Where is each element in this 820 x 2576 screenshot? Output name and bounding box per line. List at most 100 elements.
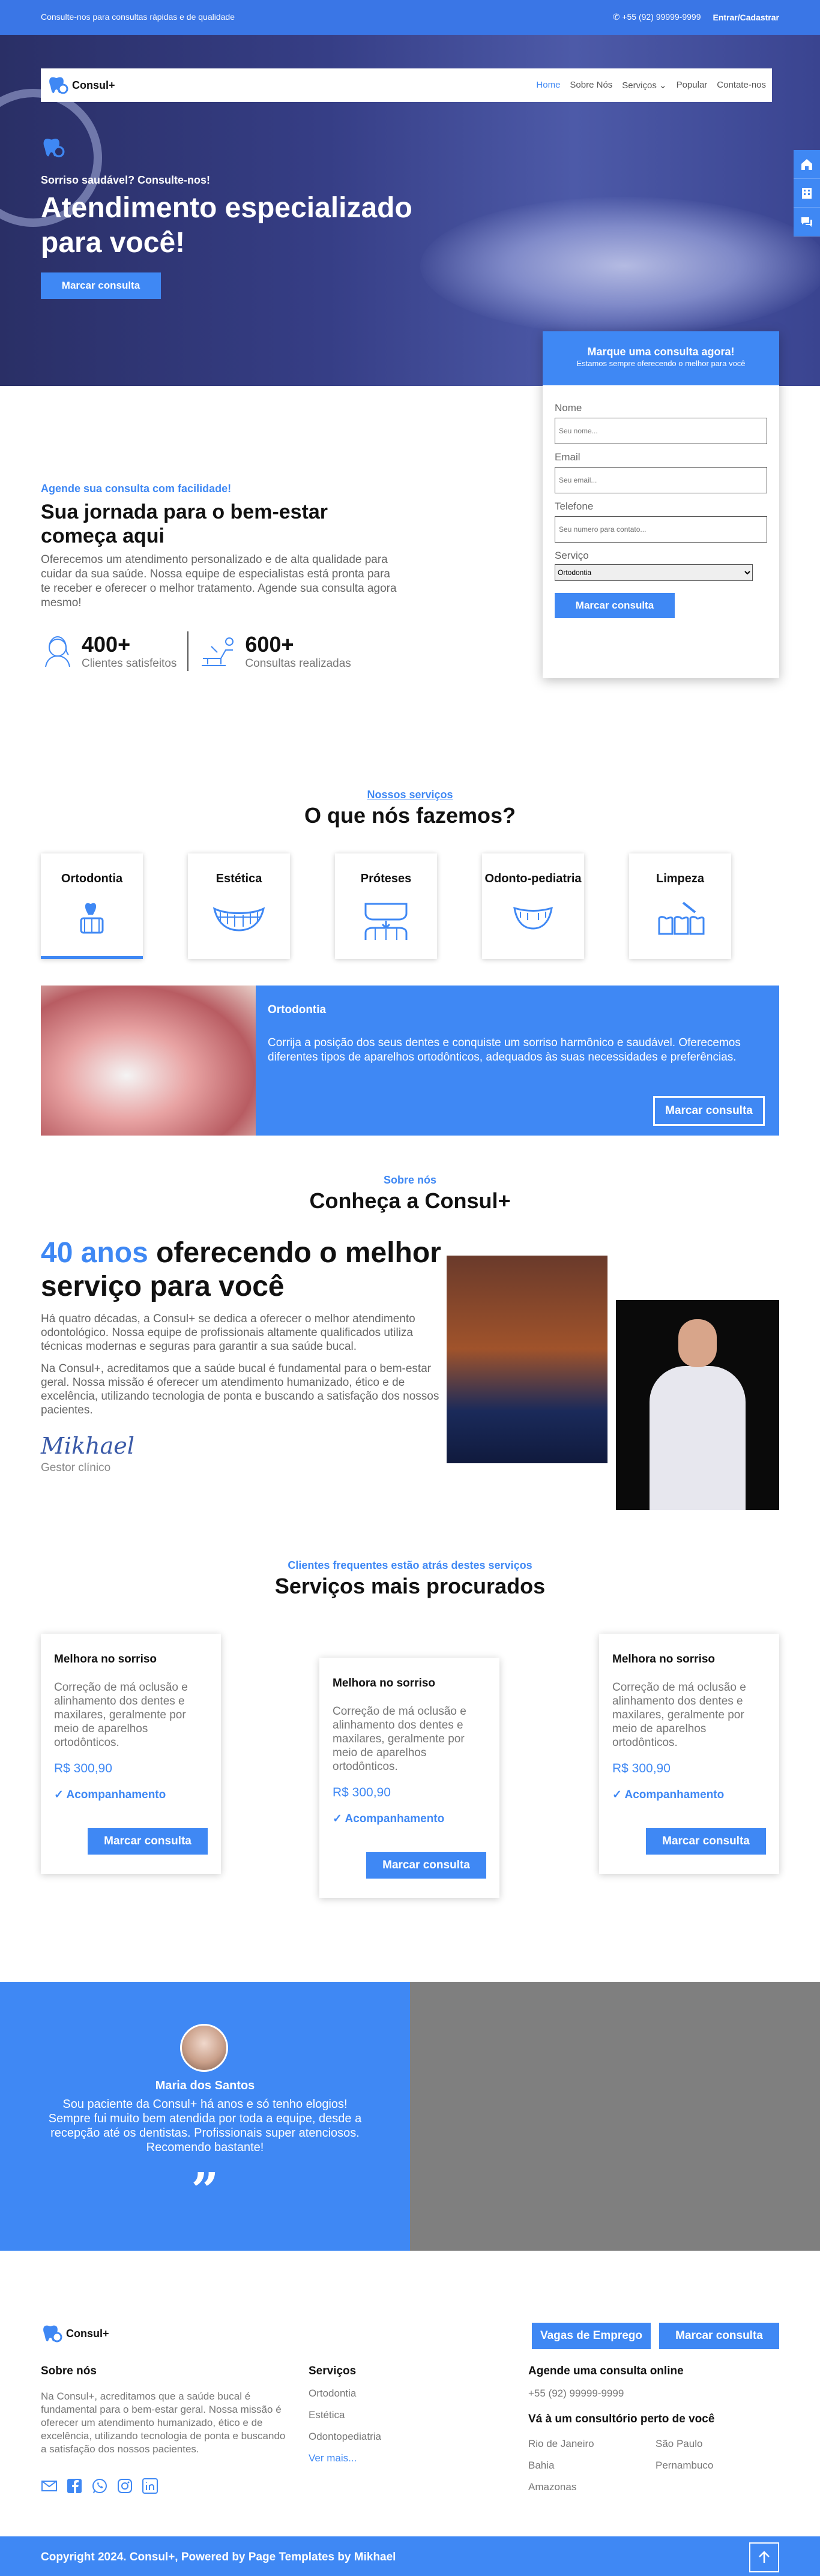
footer-book-button[interactable]: Marcar consulta: [659, 2323, 779, 2349]
hero-background-image: [420, 197, 820, 335]
card-title: Melhora no sorriso: [612, 1653, 716, 1666]
about-paragraph-1: Há quatro décadas, a Consul+ se dedica a…: [41, 1313, 415, 1353]
about-headline: 40 anos oferecendo o melhor serviço para…: [41, 1236, 455, 1304]
form-subtitle: Estamos sempre oferecendo o melhor para …: [576, 359, 746, 368]
footer-logo[interactable]: Consul+: [41, 2324, 109, 2343]
nav-services[interactable]: Serviços ⌄: [622, 80, 666, 91]
footer-service-link[interactable]: Ortodontia: [309, 2388, 381, 2400]
services-title: O que nós fazemos?: [304, 803, 516, 828]
testimonial-side-panel: [410, 1982, 820, 2251]
phone-input[interactable]: [555, 516, 767, 543]
login-link[interactable]: Entrar/Cadastrar: [713, 13, 780, 22]
kids-mouth-icon: [482, 900, 584, 940]
tab-estetica[interactable]: Estética: [188, 853, 290, 959]
card-feature-label: Acompanhamento: [624, 1789, 725, 1801]
city-link[interactable]: Rio de Janeiro: [528, 2438, 656, 2450]
top-bar-phone-number: +55 (92) 99999-9999: [622, 12, 701, 22]
implant-icon: [335, 900, 437, 951]
card-feature-label: Acompanhamento: [66, 1789, 166, 1801]
whatsapp-icon[interactable]: [91, 2478, 108, 2494]
tooth-logo-icon: [43, 2325, 62, 2343]
about-content: 40 anos oferecendo o melhor serviço para…: [41, 1236, 455, 1475]
chat-icon[interactable]: [794, 208, 820, 236]
services-kicker[interactable]: Nossos serviços: [0, 789, 820, 801]
card-feature: ✓ Acompanhamento: [54, 1788, 208, 1802]
footer-service-link[interactable]: Odontopediatria: [309, 2431, 381, 2443]
nav-home[interactable]: Home: [536, 80, 560, 91]
service-label: Serviço: [555, 550, 589, 561]
nav-about[interactable]: Sobre Nós: [570, 80, 612, 91]
card-button[interactable]: Marcar consulta: [366, 1852, 486, 1879]
tab-label: Odonto-pediatria: [484, 872, 582, 885]
avatar: [180, 2024, 228, 2072]
footer-phone[interactable]: +55 (92) 99999-9999: [528, 2388, 783, 2400]
form-header: Marque uma consulta agora! Estamos sempr…: [543, 331, 779, 385]
card-button[interactable]: Marcar consulta: [88, 1828, 208, 1855]
footer-near-title: Vá à um consultório perto de você: [528, 2413, 715, 2425]
nav-contact[interactable]: Contate-nos: [717, 80, 766, 91]
nav-popular[interactable]: Popular: [677, 80, 708, 91]
city-link[interactable]: São Paulo: [656, 2438, 783, 2450]
hero-cta-button[interactable]: Marcar consulta: [41, 272, 161, 299]
intro-kicker: Agende sua consulta com facilidade!: [41, 483, 232, 495]
appointment-form: Marque uma consulta agora! Estamos sempr…: [543, 331, 779, 678]
service-card: Melhora no sorriso Correção de má oclusã…: [319, 1658, 499, 1898]
tab-proteses[interactable]: Próteses: [335, 853, 437, 959]
card-button[interactable]: Marcar consulta: [646, 1828, 766, 1855]
top-bar: Consulte-nos para consultas rápidas e de…: [0, 0, 820, 35]
form-submit-button[interactable]: Marcar consulta: [555, 593, 675, 618]
city-link[interactable]: Amazonas: [528, 2481, 656, 2493]
top-bar-phone[interactable]: ✆ +55 (92) 99999-9999: [613, 12, 701, 22]
intro-title: Sua jornada para o bem-estar começa aqui: [41, 501, 328, 547]
navbar: Consul+ Home Sobre Nós Serviços ⌄ Popula…: [41, 68, 772, 102]
facebook-icon[interactable]: [66, 2478, 83, 2494]
footer-brand: Consul+: [66, 2327, 109, 2340]
service-card: Melhora no sorriso Correção de má oclusã…: [599, 1634, 779, 1874]
name-input[interactable]: [555, 418, 767, 444]
service-detail-button[interactable]: Marcar consulta: [653, 1096, 765, 1126]
footer-more-link[interactable]: Ver mais...: [309, 2452, 381, 2464]
home-icon[interactable]: [794, 150, 820, 179]
footer-service-link[interactable]: Estética: [309, 2409, 381, 2421]
hero-tooth-icon: [41, 137, 65, 164]
popular-kicker: Clientes frequentes estão atrás destes s…: [288, 1559, 532, 1571]
footer-about: Sobre nós Na Consul+, acreditamos que a …: [41, 2365, 293, 2456]
brand-logo[interactable]: Consul+: [47, 76, 115, 95]
braces-icon: [41, 900, 143, 947]
chevron-down-icon: ⌄: [659, 80, 667, 91]
testimonial-text: Sou paciente da Consul+ há anos e só ten…: [48, 2098, 362, 2154]
smile-teeth-icon: [188, 900, 290, 942]
dentist-woman-photo: [447, 1256, 607, 1463]
card-text: Correção de má oclusão e alinhamento dos…: [612, 1681, 746, 1749]
city-link[interactable]: Bahia: [528, 2460, 656, 2472]
building-icon[interactable]: [794, 179, 820, 208]
clean-teeth-icon: [629, 900, 731, 945]
service-select[interactable]: Ortodontia: [555, 564, 753, 581]
form-title: Marque uma consulta agora!: [587, 346, 735, 358]
card-title: Melhora no sorriso: [333, 1677, 436, 1690]
tab-odontopediatria[interactable]: Odonto-pediatria: [482, 853, 584, 959]
copyright-bar: Copyright 2024. Consul+, Powered by Page…: [0, 2536, 820, 2576]
tab-limpeza[interactable]: Limpeza: [629, 853, 731, 959]
footer-services: Serviços Ortodontia Estética Odontopedia…: [309, 2365, 381, 2464]
arrow-up-icon[interactable]: [749, 2542, 779, 2572]
email-input[interactable]: [555, 467, 767, 493]
tab-ortodontia[interactable]: Ortodontia: [41, 853, 143, 959]
linkedin-icon[interactable]: [142, 2478, 158, 2494]
city-link[interactable]: Pernambuco: [656, 2460, 783, 2472]
mail-icon[interactable]: [41, 2478, 58, 2494]
service-detail: Ortodontia Corrija a posição dos seus de…: [41, 986, 779, 1136]
popular-title: Serviços mais procurados: [274, 1574, 546, 1598]
check-icon: ✓: [333, 1813, 342, 1825]
card-text: Correção de má oclusão e alinhamento dos…: [54, 1681, 188, 1749]
tab-label: Estética: [216, 872, 262, 885]
jobs-button[interactable]: Vagas de Emprego: [532, 2323, 651, 2349]
copyright-text: Copyright 2024. Consul+, Powered by Page…: [41, 2551, 396, 2563]
card-feature: ✓ Acompanhamento: [612, 1788, 766, 1802]
service-detail-image: [41, 986, 256, 1136]
about-headline-accent: 40 anos: [41, 1237, 148, 1269]
instagram-icon[interactable]: [116, 2478, 133, 2494]
card-price: R$ 300,90: [612, 1762, 671, 1775]
about-title: Conheça a Consul+: [309, 1188, 511, 1213]
nav-services-label: Serviços: [622, 80, 657, 91]
